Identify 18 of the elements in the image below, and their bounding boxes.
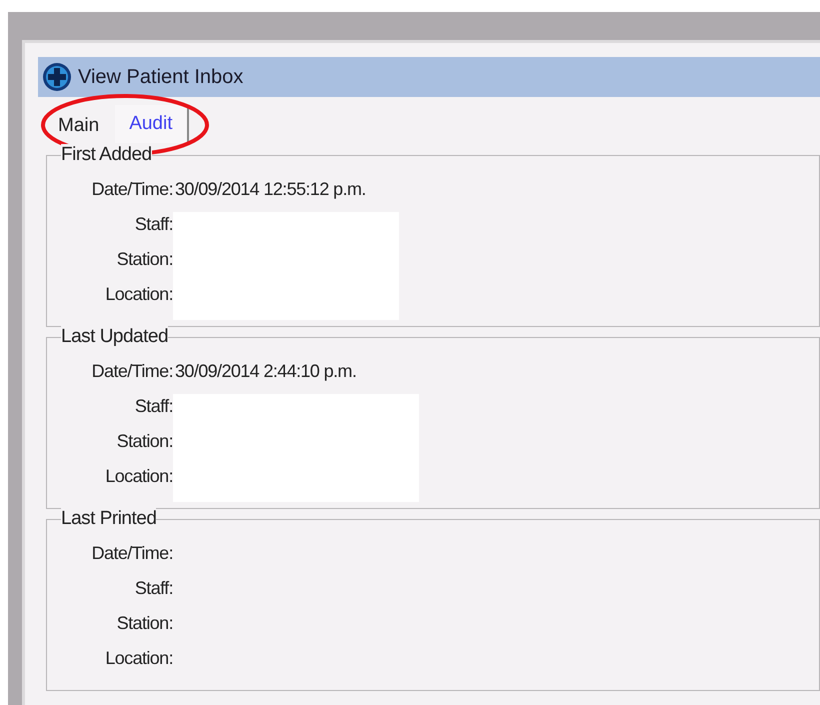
field-label: Date/Time: <box>90 360 173 383</box>
field-label: Location: <box>104 465 173 488</box>
field-value: 30/09/2014 2:44:10 p.m. <box>174 360 356 383</box>
field-value: 30/09/2014 12:55:12 p.m. <box>174 178 366 201</box>
field-label: Location: <box>104 283 173 306</box>
field-label: Station: <box>116 248 173 271</box>
field-label: Staff: <box>134 577 173 600</box>
field-label: Date/Time: <box>90 178 173 201</box>
field-label: Station: <box>116 430 173 453</box>
tab[interactable]: Audit <box>115 105 188 143</box>
field-label: Location: <box>104 647 173 670</box>
field-label: Staff: <box>134 213 173 236</box>
field-label: Date/Time: <box>90 542 173 565</box>
app-icon <box>42 62 72 92</box>
field-label: Staff: <box>134 395 173 418</box>
field-label: Station: <box>116 612 173 635</box>
window-title: View Patient Inbox <box>78 65 244 90</box>
group-title: Last Updated <box>61 326 168 348</box>
